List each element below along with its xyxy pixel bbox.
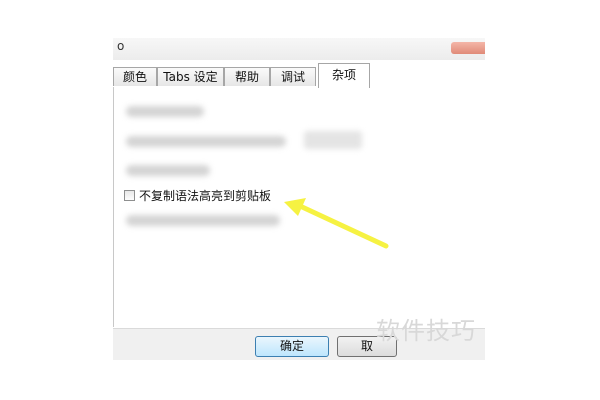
annotation-arrow-icon [284, 198, 389, 249]
watermark: 软件技巧 [376, 317, 476, 345]
tab-misc[interactable]: 杂项 [318, 63, 370, 88]
